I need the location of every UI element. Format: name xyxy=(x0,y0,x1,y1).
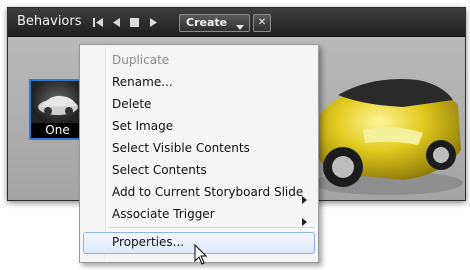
context-menu: Duplicate Rename... Delete Set Image Sel… xyxy=(79,44,319,263)
create-dropdown-button[interactable]: Create xyxy=(179,14,250,32)
menu-gutter xyxy=(105,47,107,260)
play-icon[interactable] xyxy=(147,17,159,28)
menu-item-duplicate[interactable]: Duplicate xyxy=(112,53,169,67)
menu-separator xyxy=(108,227,315,229)
panel-title: Behaviors xyxy=(17,14,82,29)
skip-to-start-icon[interactable] xyxy=(92,17,104,28)
chevron-down-icon xyxy=(236,20,244,33)
mouse-pointer-icon xyxy=(194,244,208,265)
panel-titlebar: Behaviors Create ✕ xyxy=(8,8,465,37)
menu-item-delete[interactable]: Delete xyxy=(112,97,151,111)
menu-item-select-contents[interactable]: Select Contents xyxy=(112,163,207,177)
menu-item-select-visible-contents[interactable]: Select Visible Contents xyxy=(112,141,250,155)
behavior-thumbnail[interactable]: One xyxy=(29,79,86,140)
menu-item-add-to-storyboard[interactable]: Add to Current Storyboard Slide xyxy=(112,185,303,199)
close-button[interactable]: ✕ xyxy=(253,14,271,32)
menu-item-set-image[interactable]: Set Image xyxy=(112,119,173,133)
menu-item-properties[interactable]: Properties... xyxy=(112,235,184,249)
step-back-icon[interactable] xyxy=(111,17,123,28)
close-icon: ✕ xyxy=(257,17,267,28)
thumbnail-image xyxy=(31,81,84,123)
menu-item-associate-trigger[interactable]: Associate Trigger xyxy=(112,207,215,221)
submenu-arrow-icon xyxy=(302,189,307,208)
create-label: Create xyxy=(186,16,228,29)
stop-icon[interactable] xyxy=(129,17,141,28)
menu-item-rename[interactable]: Rename... xyxy=(112,75,173,89)
thumbnail-label: One xyxy=(31,123,84,138)
